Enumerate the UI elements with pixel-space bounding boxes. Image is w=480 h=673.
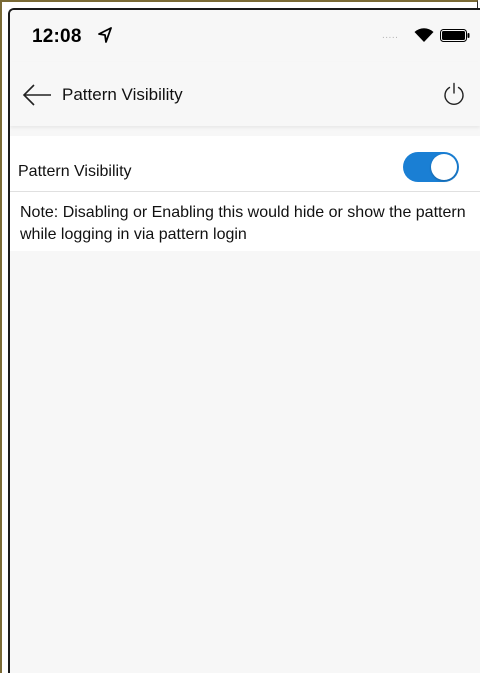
pattern-visibility-label: Pattern Visibility xyxy=(18,163,132,180)
status-bar: 12:08 ..... xyxy=(10,10,480,62)
note-text: Note: Disabling or Enabling this would h… xyxy=(20,204,466,243)
pattern-visibility-row: Pattern Visibility xyxy=(10,136,480,192)
power-icon[interactable] xyxy=(442,82,466,106)
battery-icon xyxy=(440,29,470,42)
wifi-icon xyxy=(414,28,434,42)
pattern-visibility-toggle[interactable] xyxy=(403,152,459,182)
page-title: Pattern Visibility xyxy=(62,85,183,104)
phone-screen: 12:08 ..... Pattern Visibility Pattern V… xyxy=(8,8,480,673)
toggle-knob xyxy=(431,154,457,180)
app-bar: Pattern Visibility xyxy=(10,62,480,126)
location-arrow-icon xyxy=(98,27,112,43)
signal-strength-dots: ..... xyxy=(382,30,399,41)
status-time: 12:08 xyxy=(32,26,82,47)
back-arrow-icon[interactable] xyxy=(22,84,52,106)
settings-panel: Pattern Visibility Note: Disabling or En… xyxy=(10,136,480,251)
